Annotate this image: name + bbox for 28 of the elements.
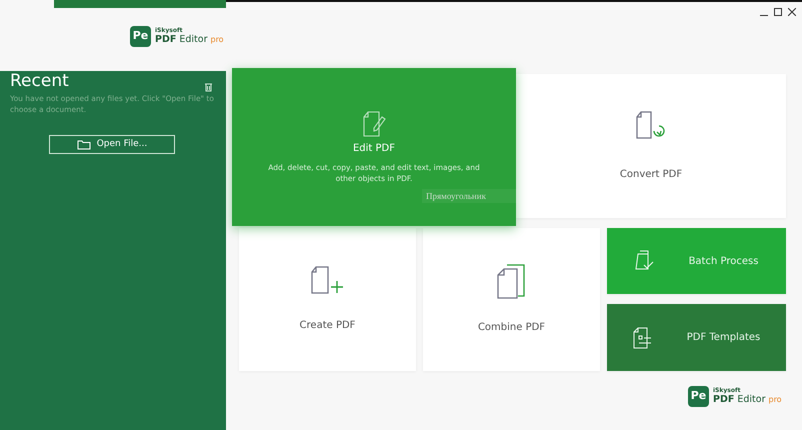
template-document-icon — [632, 326, 653, 348]
tool-tile[interactable]: PDF Templates — [607, 304, 786, 371]
tool-tile[interactable]: Create PDF — [239, 228, 416, 371]
product-name: PDF Editor — [713, 394, 766, 406]
folder-icon — [76, 139, 91, 150]
tile-label: Convert PDF — [620, 168, 682, 182]
tile-label: PDF Templates — [686, 331, 760, 345]
tile-label: Create PDF — [300, 319, 356, 333]
batch-documents-icon — [634, 250, 655, 272]
tile-label: Combine PDF — [478, 321, 546, 335]
trash-icon — [204, 82, 213, 92]
tool-tile[interactable]: Convert PDF — [516, 74, 786, 218]
minimize-icon — [760, 15, 768, 16]
open-file-button[interactable]: Open File... — [49, 135, 175, 154]
product-name: PDF Editor — [155, 34, 208, 46]
app-logo-icon: Pe — [130, 26, 151, 47]
maximize-icon — [774, 8, 782, 16]
app-logo-icon: Pe — [688, 386, 709, 407]
convert-document-icon — [635, 110, 667, 140]
tool-tile[interactable]: Combine PDF — [423, 228, 600, 371]
edition-label: pro — [210, 34, 224, 46]
close-icon — [788, 8, 796, 16]
combine-documents-icon — [496, 264, 528, 300]
recent-title: Recent — [10, 71, 69, 91]
tile-label: Edit PDF — [352, 142, 396, 156]
tile-label: Batch Process — [688, 254, 758, 268]
edition-label: pro — [768, 394, 782, 406]
edit-document-icon — [362, 110, 386, 136]
